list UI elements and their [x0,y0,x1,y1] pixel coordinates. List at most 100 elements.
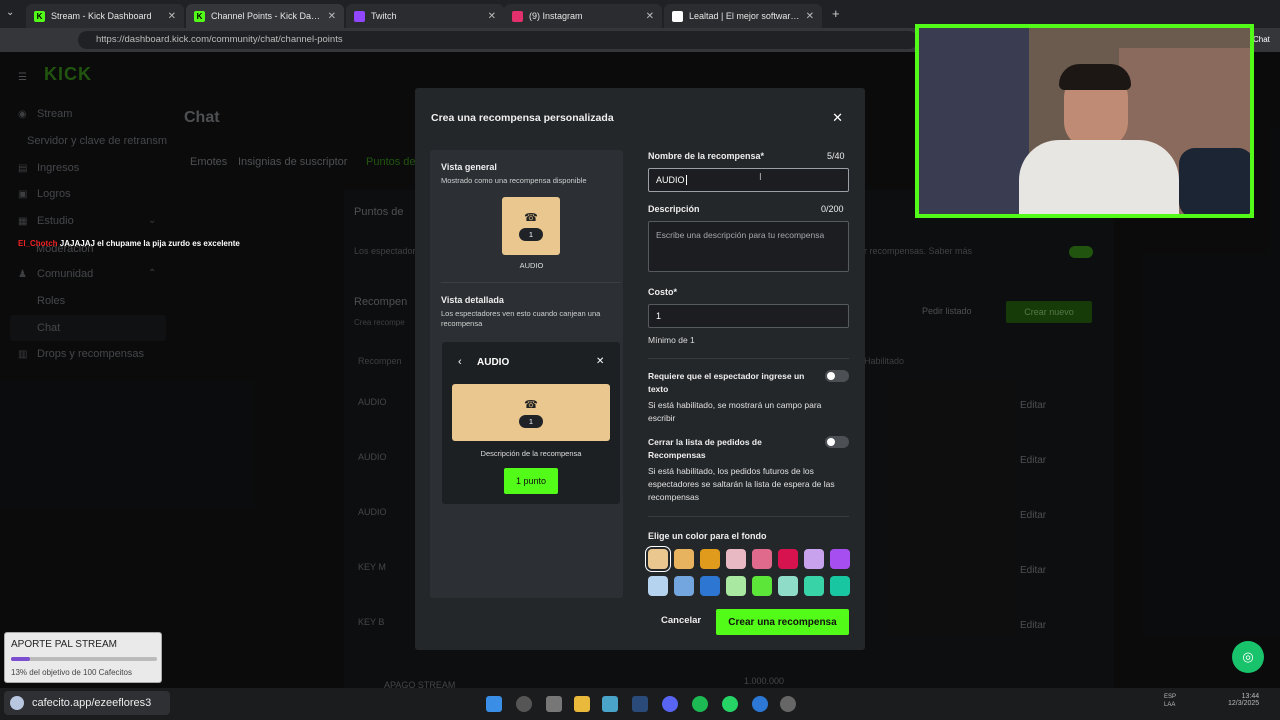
chat-username: El_Chotch [18,239,58,248]
spotify-icon[interactable] [692,696,708,712]
color-swatch[interactable] [830,576,850,596]
kick-icon: K [194,10,205,22]
close-list-toggle[interactable] [825,436,849,448]
tab-title: Channel Points - Kick Dashboard [211,11,322,21]
shelf-background [919,28,1029,214]
close-icon[interactable]: ✕ [806,11,814,22]
color-swatch[interactable] [726,549,746,569]
tab-title: (9) Instagram [529,11,583,21]
close-icon[interactable]: ✕ [168,11,176,22]
instagram-icon [512,10,523,22]
redeem-button[interactable]: 1 punto [504,468,558,494]
close-icon[interactable]: ✕ [832,110,843,126]
discord-icon[interactable] [662,696,678,712]
detail-description: Descripción de la recompensa [480,449,582,458]
color-swatch[interactable] [778,549,798,569]
tab-list-icon[interactable]: ⌄ [6,7,14,18]
cost-input[interactable]: 1 [648,304,849,328]
donation-text: 13% del objetivo de 100 Cafecitos [11,668,132,677]
color-swatch[interactable] [830,549,850,569]
color-swatch[interactable] [804,549,824,569]
clock[interactable]: 13:44 12/3/2025 [1228,693,1259,707]
chat-text: JAJAJAJ el chupame la pija zurdo es exce… [59,239,240,248]
overview-subtitle: Mostrado como una recompensa disponible [441,176,587,185]
create-reward-button[interactable]: Crear una recompensa [716,609,849,635]
color-swatch[interactable] [778,576,798,596]
new-tab-icon[interactable]: + [832,6,840,21]
person-shirt [1019,140,1179,214]
url-field[interactable]: https://dashboard.kick.com/community/cha… [78,31,918,49]
color-swatch[interactable] [752,549,772,569]
redeem-button-label: 1 punto [515,476,547,486]
cost-label: Costo* [648,287,677,297]
close-icon[interactable]: ✕ [596,356,604,367]
reward-card-preview: ☎ 1 [502,197,560,255]
reward-name-input[interactable]: AUDIO [648,168,849,192]
color-swatch[interactable] [726,576,746,596]
tab-twitch[interactable]: Twitch ✕ [346,4,504,28]
require-text-toggle[interactable] [825,370,849,382]
tab-title: Stream - Kick Dashboard [51,11,152,21]
tab-lealtad[interactable]: Lealtad | El mejor software para p... ✕ [664,4,822,28]
cafecito-icon [10,696,24,710]
person-hair [1059,64,1131,90]
language-indicator[interactable]: ESP LAA [1164,693,1176,709]
whatsapp-icon[interactable] [722,696,738,712]
reward-preview-panel: Vista general Mostrado como una recompen… [430,150,623,598]
file-explorer-icon[interactable] [574,696,590,712]
close-list-label: Cerrar la lista de pedidos de Recompensa… [648,437,762,460]
color-swatch[interactable] [674,549,694,569]
twitch-icon [354,10,365,22]
color-swatch[interactable] [804,576,824,596]
close-icon[interactable]: ✕ [646,11,654,22]
cost-value: 1 [656,311,662,321]
webcam-overlay [915,24,1254,218]
search-icon[interactable] [516,696,532,712]
color-swatch[interactable] [648,576,668,596]
color-swatch[interactable] [674,576,694,596]
description-textarea[interactable]: Escribe una descripción para tu recompen… [648,221,849,272]
tab-stream[interactable]: K Stream - Kick Dashboard ✕ [26,4,184,28]
support-chat-icon[interactable]: ◎ [1232,641,1264,673]
cafecito-url: cafecito.app/ezeeflores3 [32,697,152,709]
reward-name-value: AUDIO [656,175,685,185]
chair [1179,148,1250,214]
donation-progress-track [11,657,157,661]
color-swatch[interactable] [700,549,720,569]
tab-title: Twitch [371,11,397,21]
detail-title: Vista detallada [441,295,504,305]
windows-start-icon[interactable] [486,696,502,712]
task-view-icon[interactable] [546,696,562,712]
chat-label[interactable]: Chat [1253,35,1270,44]
chevron-left-icon[interactable]: ‹ [458,356,462,368]
require-text-label: Requiere que el espectador ingrese un te… [648,371,805,394]
description-counter: 0/200 [821,204,844,214]
color-swatch[interactable] [752,576,772,596]
close-icon[interactable]: ✕ [488,11,496,22]
divider [648,358,849,359]
steam-icon[interactable] [632,696,648,712]
divider [648,516,849,517]
detail-name: AUDIO [477,357,510,368]
cafecito-banner: cafecito.app/ezeeflores3 [4,691,170,715]
obs-icon[interactable] [780,696,796,712]
require-text-help: Si está habilitado, se mostrará un campo… [648,400,822,423]
generic-icon [672,10,683,22]
overview-title: Vista general [441,162,497,172]
cancel-button[interactable]: Cancelar [661,615,701,626]
divider [441,282,621,283]
name-label: Nombre de la recompensa* [648,151,765,161]
tab-title: Lealtad | El mejor software para p... [689,11,800,21]
reward-icon: ☎ [524,212,538,224]
cost-minimum: Mínimo de 1 [648,335,695,345]
close-list-help: Si está habilitado, los pedidos futuros … [648,466,835,502]
browser-icon[interactable] [602,696,618,712]
color-swatch[interactable] [648,549,668,569]
tab-instagram[interactable]: (9) Instagram ✕ [504,4,662,28]
app-icon[interactable] [752,696,768,712]
kick-icon: K [34,10,45,22]
color-swatch[interactable] [700,576,720,596]
tab-channel-points[interactable]: K Channel Points - Kick Dashboard ✕ [186,4,344,28]
description-label: Descripción [648,204,700,214]
close-icon[interactable]: ✕ [328,11,336,22]
